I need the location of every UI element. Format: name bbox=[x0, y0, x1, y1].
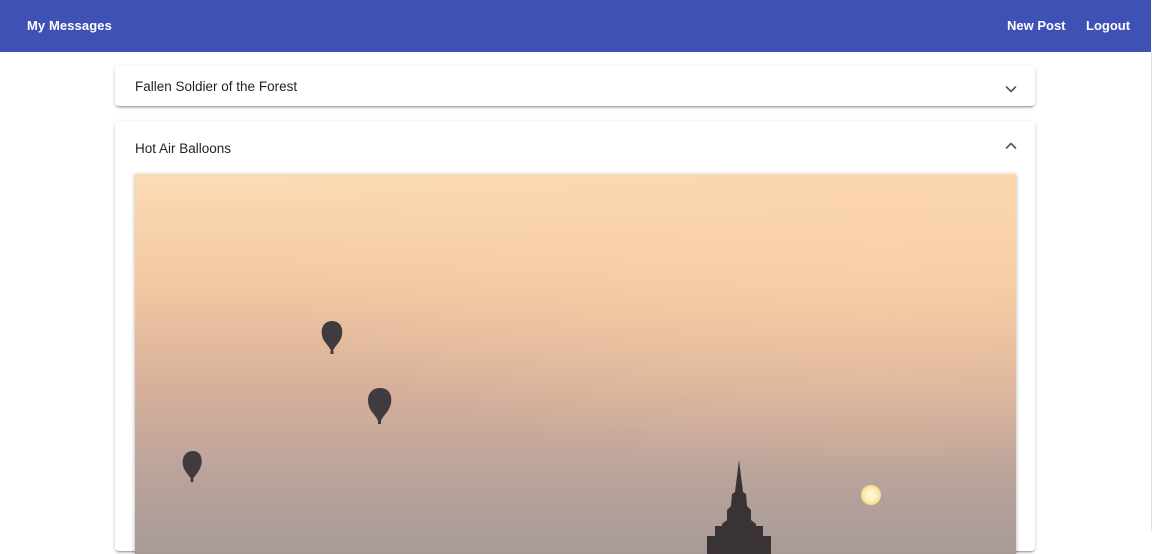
sunset-balloons-image bbox=[135, 174, 1016, 554]
logout-button[interactable]: Logout bbox=[1086, 0, 1130, 52]
setting-sun bbox=[861, 485, 881, 505]
app-toolbar: My Messages New Post Logout bbox=[0, 0, 1151, 52]
post-panel-hot-air-balloons: Hot Air Balloons bbox=[115, 121, 1035, 554]
post-panel-header[interactable]: Fallen Soldier of the Forest bbox=[115, 66, 1035, 106]
chevron-up-icon[interactable] bbox=[1003, 138, 1019, 154]
post-title: Hot Air Balloons bbox=[135, 141, 232, 156]
post-panel-fallen-soldier: Fallen Soldier of the Forest bbox=[115, 66, 1035, 106]
post-panel-header[interactable]: Hot Air Balloons bbox=[115, 121, 1035, 175]
brand-link[interactable]: My Messages bbox=[27, 0, 112, 52]
chevron-down-icon[interactable] bbox=[1003, 81, 1019, 97]
post-title: Fallen Soldier of the Forest bbox=[135, 79, 298, 94]
new-post-button[interactable]: New Post bbox=[1007, 0, 1066, 52]
post-photo bbox=[135, 174, 1016, 554]
